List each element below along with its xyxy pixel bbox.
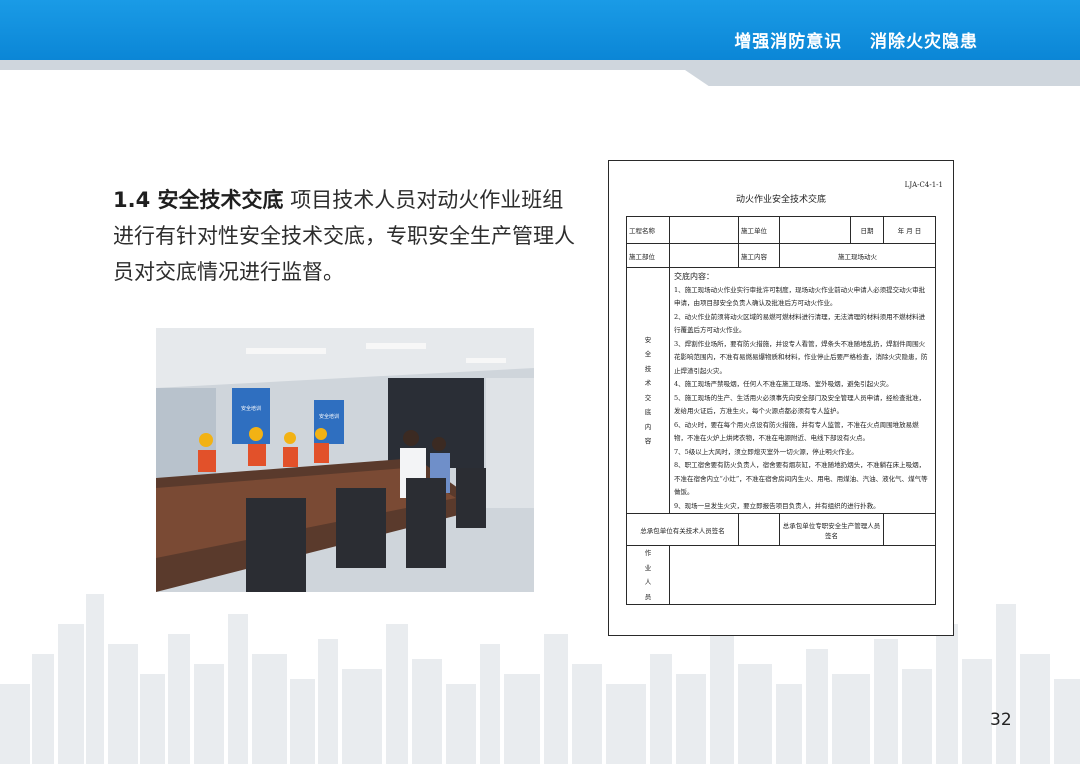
clause-4: 4、施工现场严禁吸烟，任何人不准在施工现场、室外吸烟，避免引起火灾。 xyxy=(674,380,893,388)
header-bar: 增强消防意识 消除火灾隐患 xyxy=(0,0,1080,60)
clause-7: 7、5级以上大风时，须立即熄灭室外一切火源，停止明火作业。 xyxy=(674,447,858,456)
clause-2: 2、动火作业前须将动火区域的易燃可燃材料进行清理，无法清理的材料须用不燃材料进行… xyxy=(674,312,926,335)
section-heading: 1.4 安全技术交底 xyxy=(113,188,284,212)
form-title: 动火作业安全技术交底 xyxy=(735,195,826,205)
sign-left-value[interactable] xyxy=(738,513,780,546)
form-table: 工程名称 施工单位 日期 年 月 日 施工部位 施工内容 施工现场动火 安全 技… xyxy=(626,216,936,605)
unit-value[interactable] xyxy=(779,216,851,244)
header-notch xyxy=(685,70,1080,86)
project-value[interactable] xyxy=(669,216,739,244)
form-row-dept: 施工部位 施工内容 施工现场动火 xyxy=(626,243,936,268)
content-side-label: 安全 技术 交底 内容 xyxy=(626,267,670,514)
content-value: 施工现场动火 xyxy=(779,243,936,268)
date-label: 日期 xyxy=(850,216,884,244)
clause-9: 9、现场一旦发生火灾，要立即报告项目负责人，并有组织的进行扑救。 xyxy=(674,501,880,510)
content-heading: 交底内容： xyxy=(674,272,714,281)
banner-right-text: 安全培训 xyxy=(319,413,339,420)
sign-right-value[interactable] xyxy=(883,513,936,546)
header-stripe xyxy=(0,60,1080,70)
clause-1: 1、施工现场动火作业实行审批许可制度，现场动火作业前动火申请人必须提交动火审批申… xyxy=(674,285,926,308)
date-value[interactable]: 年 月 日 xyxy=(883,216,936,244)
clause-3: 3、焊割作业场所，要有防火措施，并设专人看管，焊条头不准随地乱扔，焊割件周围火花… xyxy=(674,339,928,375)
unit-label: 施工单位 xyxy=(738,216,780,244)
clause-6: 6、动火时，要在每个用火点设有防火措施，并有专人监管，不准在火点周围堆放易燃物，… xyxy=(674,420,919,443)
worker-signatures[interactable] xyxy=(669,545,936,605)
form-row-signatures: 总承包单位有关技术人员签名 总承包单位专职安全生产管理人员签名 xyxy=(626,513,936,546)
page-number: 32 xyxy=(990,710,1012,730)
form-row-workers: 作业 人员 xyxy=(626,545,936,605)
banner-left-text: 安全培训 xyxy=(241,405,261,412)
sign-right-label: 总承包单位专职安全生产管理人员签名 xyxy=(779,513,884,546)
meeting-room-illustration: 安全培训 安全培训 xyxy=(156,328,534,592)
content-label: 施工内容 xyxy=(738,243,780,268)
meeting-photo: 安全培训 安全培训 xyxy=(156,328,534,592)
content-clauses: 交底内容： 1、施工现场动火作业实行审批许可制度，现场动火作业前动火申请人必须提… xyxy=(669,267,936,514)
clause-8: 8、职工宿舍要有防火负责人，宿舍要有烟灰缸，不准随地扔烟头，不准躺在床上吸烟，不… xyxy=(674,461,928,496)
form-row-content: 安全 技术 交底 内容 交底内容： 1、施工现场动火作业实行审批许可制度，现场动… xyxy=(626,267,936,514)
sign-left-label: 总承包单位有关技术人员签名 xyxy=(626,513,739,546)
dept-label: 施工部位 xyxy=(626,243,670,268)
header-slogan: 增强消防意识 消除火灾隐患 xyxy=(734,32,978,52)
clause-5: 5、施工现场的生产、生活用火必须事先向安全部门及安全管理人员申请，经检查批准，发… xyxy=(674,393,926,416)
project-label: 工程名称 xyxy=(626,216,670,244)
fire-work-safety-form: LJA-C4-1-1 动火作业安全技术交底 工程名称 施工单位 日期 年 月 日… xyxy=(608,160,954,636)
form-row-project: 工程名称 施工单位 日期 年 月 日 xyxy=(626,216,936,244)
intro-paragraph: 1.4 安全技术交底 项目技术人员对动火作业班组进行有针对性安全技术交底，专职安… xyxy=(113,182,583,290)
dept-value[interactable] xyxy=(669,243,739,268)
worker-side-label: 作业 人员 xyxy=(626,545,670,605)
form-code: LJA-C4-1-1 xyxy=(904,181,943,189)
